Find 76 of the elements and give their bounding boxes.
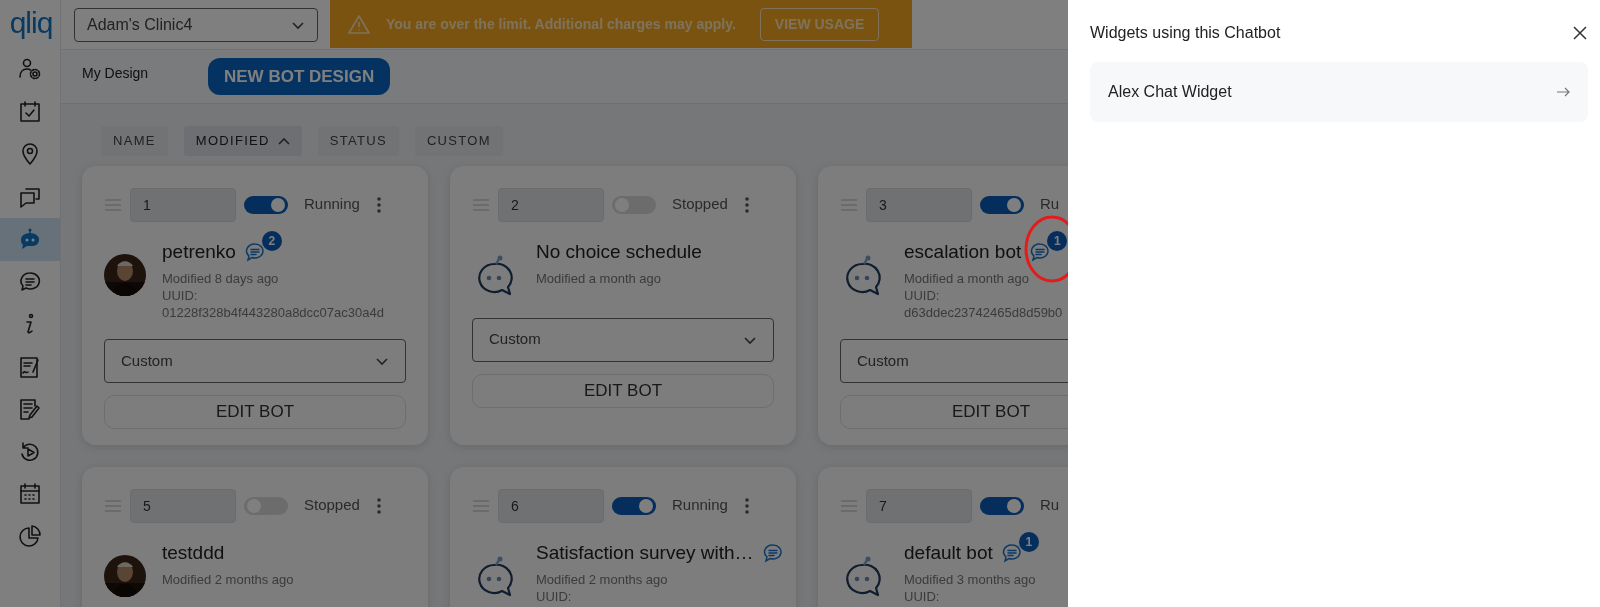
- status-label: Stopped: [672, 194, 729, 215]
- warning-icon: [348, 14, 370, 34]
- bot-name: Satisfaction survey with…: [536, 540, 754, 565]
- modified-date: Modified 2 months ago: [536, 571, 669, 588]
- panel-title: Widgets using this Chatbot: [1090, 23, 1281, 43]
- caret-up-icon: [277, 136, 290, 145]
- sort-button[interactable]: NAME: [101, 126, 168, 156]
- modified-date: Modified a month ago: [904, 270, 1031, 287]
- edit-bot-button[interactable]: EDIT BOT: [472, 373, 774, 408]
- bot-name: testddd: [162, 540, 225, 565]
- modified-date: Modified a month ago: [536, 270, 663, 287]
- calendar-icon: [18, 482, 42, 507]
- practice-select[interactable]: Adam's Clinic4: [74, 8, 318, 42]
- modified-date: Modified 3 months ago: [904, 571, 1036, 588]
- order-field[interactable]: 2: [498, 187, 604, 222]
- widget-list-item[interactable]: Alex Chat Widget: [1090, 62, 1588, 122]
- uuid-label: UUID:: [162, 287, 199, 304]
- modified-date: Modified 2 months ago: [162, 571, 294, 588]
- uuid-label: UUID:: [904, 287, 941, 304]
- order-field[interactable]: 7: [866, 488, 972, 523]
- more-icon[interactable]: [744, 195, 750, 214]
- sort-button[interactable]: CUSTOM: [414, 126, 503, 156]
- edit-bot-button[interactable]: EDIT BOT: [104, 395, 406, 429]
- template-select[interactable]: Custom: [472, 317, 774, 362]
- document-edit-icon: [18, 397, 42, 422]
- calendar-check-icon: [18, 99, 42, 124]
- status-label: Running: [304, 194, 361, 215]
- sort-button[interactable]: STATUS: [317, 126, 399, 156]
- toggle-switch[interactable]: [244, 195, 288, 214]
- uuid-value: 01228f328b4f443280a8dcc07ac30a4d: [162, 304, 384, 321]
- status-label: Ru: [1040, 495, 1061, 516]
- logo[interactable]: qliq: [7, 0, 53, 48]
- uuid-value: d63ddec23742465d8d59b0: [904, 304, 1063, 321]
- close-icon[interactable]: [1572, 25, 1588, 41]
- status-label: Stopped: [304, 495, 361, 516]
- document-sign-icon: [18, 354, 42, 379]
- template-select[interactable]: Custom: [840, 339, 1068, 383]
- toggle-switch[interactable]: [612, 496, 656, 515]
- widget-chat-icon[interactable]: [762, 542, 783, 563]
- edit-bot-button[interactable]: EDIT BOT: [840, 395, 1068, 429]
- user-gear-icon: [18, 57, 42, 82]
- page-title: My Design: [82, 64, 150, 83]
- toggle-switch[interactable]: [980, 195, 1024, 214]
- robot-icon: [18, 227, 42, 252]
- uuid-label: UUID:: [536, 588, 573, 605]
- more-icon[interactable]: [744, 496, 750, 515]
- order-field[interactable]: 6: [498, 488, 604, 523]
- banner-message: You are over the limit. Additional charges may apply.: [386, 14, 736, 34]
- sidebar-item[interactable]: [0, 218, 60, 261]
- bot-name: escalation bot: [904, 239, 1022, 264]
- sort-button[interactable]: MODIFIED: [183, 126, 302, 156]
- order-field[interactable]: 1: [130, 187, 236, 222]
- count-badge: 1: [1018, 531, 1039, 552]
- pie-chart-icon: [18, 524, 42, 549]
- arrow-right-icon: [1556, 87, 1570, 97]
- more-icon[interactable]: [376, 496, 382, 515]
- count-badge: 1: [1047, 230, 1068, 251]
- more-icon[interactable]: [376, 195, 382, 214]
- bot-name: petrenko: [162, 239, 236, 264]
- bot-name: default bot: [904, 540, 993, 565]
- status-label: Ru: [1040, 194, 1061, 215]
- widget-chat-icon[interactable]: [244, 241, 265, 262]
- order-field[interactable]: 3: [866, 187, 972, 222]
- uuid-label: UUID:: [904, 588, 941, 605]
- toggle-switch[interactable]: [980, 496, 1024, 515]
- widget-chat-icon[interactable]: [1030, 241, 1051, 262]
- status-label: Running: [672, 495, 729, 516]
- modified-date: Modified 8 days ago: [162, 270, 280, 287]
- bot-name: No choice schedule: [536, 239, 702, 264]
- order-field[interactable]: 5: [130, 488, 236, 523]
- count-badge: 2: [261, 230, 282, 251]
- replay-icon: [18, 439, 42, 464]
- chat-icon: [18, 269, 42, 294]
- new-bot-design-button[interactable]: NEW BOT DESIGN: [208, 57, 391, 96]
- widget-chat-icon[interactable]: [1001, 542, 1022, 563]
- template-select[interactable]: Custom: [104, 339, 406, 383]
